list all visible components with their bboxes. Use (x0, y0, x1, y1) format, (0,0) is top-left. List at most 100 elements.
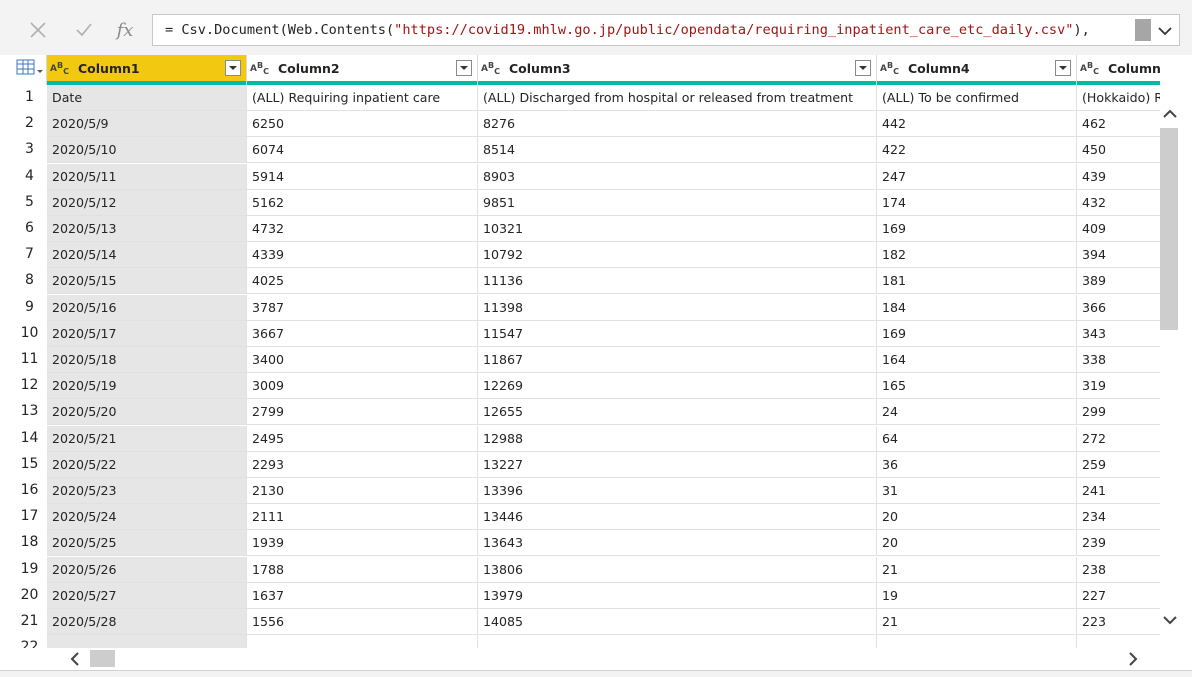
column-header-4[interactable]: ABC Column4 (877, 55, 1077, 85)
table-cell-column3[interactable]: 14085 (478, 609, 877, 634)
table-cell-column4[interactable]: 36 (877, 451, 1077, 477)
row-number[interactable]: 4 (12, 168, 47, 184)
table-cell-column1[interactable]: 2020/5/13 (47, 216, 247, 241)
table-cell-column2[interactable]: 4732 (247, 216, 478, 241)
row-number[interactable]: 6 (12, 220, 47, 236)
table-cell-column2[interactable]: 3667 (247, 320, 478, 346)
table-cell-column1[interactable]: 2020/5/17 (47, 320, 247, 346)
table-cell-column4[interactable]: 181 (877, 268, 1077, 294)
row-number[interactable]: 17 (12, 508, 47, 524)
formula-input[interactable]: = Csv.Document(Web.Contents("https://cov… (152, 14, 1180, 46)
table-cell-column2[interactable]: 3787 (247, 294, 478, 320)
table-cell-column3[interactable]: 12988 (478, 425, 877, 451)
table-cell-column2[interactable]: 2111 (247, 504, 478, 530)
table-cell-column5[interactable]: (Hokkaido) R (1077, 85, 1160, 110)
table-cell-column2[interactable]: 3400 (247, 347, 478, 372)
horizontal-scroll-thumb[interactable] (90, 650, 115, 667)
table-cell-column4[interactable]: 174 (877, 189, 1077, 215)
table-cell-column4[interactable]: 442 (877, 111, 1077, 137)
table-cell-column1[interactable]: 2020/5/21 (47, 425, 247, 451)
table-cell-column2[interactable]: 5162 (247, 189, 478, 215)
table-cell-column4[interactable]: 21 (877, 609, 1077, 634)
table-cell-column1[interactable]: 2020/5/24 (47, 504, 247, 530)
table-cell-column1[interactable]: 2020/5/20 (47, 399, 247, 425)
table-cell-column2[interactable]: 6074 (247, 137, 478, 163)
table-cell-column4[interactable]: 165 (877, 373, 1077, 399)
table-cell-column1[interactable]: 2020/5/16 (47, 294, 247, 320)
column-header-5[interactable]: ABC Column5 (1077, 55, 1160, 85)
table-cell-column2[interactable]: 6250 (247, 111, 478, 137)
text-type-icon[interactable]: ABC (50, 61, 69, 76)
table-cell-column5[interactable]: 227 (1077, 583, 1160, 608)
table-cell-column5[interactable]: 389 (1077, 268, 1160, 293)
table-cell-column2[interactable]: 2799 (247, 399, 478, 425)
row-number[interactable]: 19 (12, 561, 47, 577)
table-cell-column2[interactable] (247, 635, 478, 648)
filter-dropdown-icon[interactable] (855, 60, 871, 76)
table-cell-column5[interactable]: 299 (1077, 399, 1160, 424)
table-cell-column3[interactable] (478, 635, 877, 648)
table-cell-column1[interactable]: 2020/5/15 (47, 268, 247, 294)
filter-dropdown-icon[interactable] (456, 60, 472, 76)
row-number[interactable]: 9 (12, 299, 47, 315)
table-cell-column3[interactable]: 11398 (478, 294, 877, 320)
table-cell-column5[interactable]: 234 (1077, 504, 1160, 529)
table-cell-column3[interactable]: 13446 (478, 504, 877, 530)
table-cell-column4[interactable]: 182 (877, 242, 1077, 268)
row-number[interactable]: 2 (12, 115, 47, 131)
table-cell-column4[interactable]: 422 (877, 137, 1077, 163)
table-cell-column1[interactable]: 2020/5/23 (47, 478, 247, 503)
table-cell-column1[interactable]: Date (47, 85, 247, 110)
row-number[interactable]: 13 (12, 403, 47, 419)
table-cell-column2[interactable]: 4025 (247, 268, 478, 294)
table-cell-column1[interactable]: 2020/5/26 (47, 556, 247, 582)
scroll-right-chevron-icon[interactable] (1124, 650, 1142, 668)
fx-icon[interactable]: fx (109, 14, 141, 46)
table-cell-column4[interactable]: 169 (877, 216, 1077, 241)
table-cell-column2[interactable]: (ALL) Requiring inpatient care (247, 85, 478, 110)
table-cell-column1[interactable]: 2020/5/25 (47, 530, 247, 556)
formula-scrollbar[interactable] (1135, 19, 1151, 41)
table-cell-column2[interactable]: 2495 (247, 425, 478, 451)
table-cell-column4[interactable]: 247 (877, 163, 1077, 189)
table-cell-column5[interactable]: 394 (1077, 242, 1160, 267)
row-number[interactable]: 21 (12, 613, 47, 629)
table-cell-column2[interactable]: 4339 (247, 242, 478, 268)
table-cell-column4[interactable]: 164 (877, 347, 1077, 372)
table-cell-column5[interactable]: 272 (1077, 426, 1160, 451)
table-cell-column1[interactable]: 2020/5/11 (47, 163, 247, 189)
table-cell-column4[interactable] (877, 635, 1077, 648)
table-cell-column3[interactable]: (ALL) Discharged from hospital or releas… (478, 85, 877, 110)
table-cell-column5[interactable]: 343 (1077, 321, 1160, 346)
table-cell-column4[interactable]: 24 (877, 399, 1077, 425)
table-cell-column5[interactable]: 319 (1077, 373, 1160, 398)
table-cell-column5[interactable]: 239 (1077, 530, 1160, 555)
table-cell-column5[interactable]: 450 (1077, 137, 1160, 162)
expand-formula-chevron-icon[interactable] (1156, 22, 1174, 40)
close-icon[interactable] (22, 14, 54, 46)
text-type-icon[interactable]: ABC (481, 61, 500, 76)
table-cell-column5[interactable]: 366 (1077, 295, 1160, 320)
table-cell-column2[interactable]: 5914 (247, 163, 478, 189)
table-cell-column1[interactable]: 2020/5/14 (47, 242, 247, 268)
table-cell-column4[interactable]: 169 (877, 320, 1077, 346)
row-number[interactable]: 8 (12, 272, 47, 288)
row-number[interactable]: 5 (12, 194, 47, 210)
table-cell-column5[interactable]: 432 (1077, 190, 1160, 215)
row-number[interactable]: 7 (12, 246, 47, 262)
table-cell-column5[interactable]: 241 (1077, 478, 1160, 503)
row-number[interactable]: 15 (12, 456, 47, 472)
table-cell-column3[interactable]: 13806 (478, 556, 877, 582)
table-cell-column1[interactable] (47, 635, 247, 648)
table-cell-column4[interactable]: 184 (877, 294, 1077, 320)
row-number[interactable]: 18 (12, 534, 47, 550)
table-cell-column2[interactable]: 1939 (247, 530, 478, 556)
filter-dropdown-icon[interactable] (1055, 60, 1071, 76)
table-cell-column2[interactable]: 1556 (247, 609, 478, 634)
table-cell-column3[interactable]: 13227 (478, 451, 877, 477)
table-cell-column5[interactable]: 259 (1077, 452, 1160, 477)
table-cell-column1[interactable]: 2020/5/9 (47, 111, 247, 137)
table-cell-column3[interactable]: 11867 (478, 347, 877, 372)
table-cell-column2[interactable]: 3009 (247, 373, 478, 399)
table-cell-column3[interactable]: 13396 (478, 478, 877, 503)
